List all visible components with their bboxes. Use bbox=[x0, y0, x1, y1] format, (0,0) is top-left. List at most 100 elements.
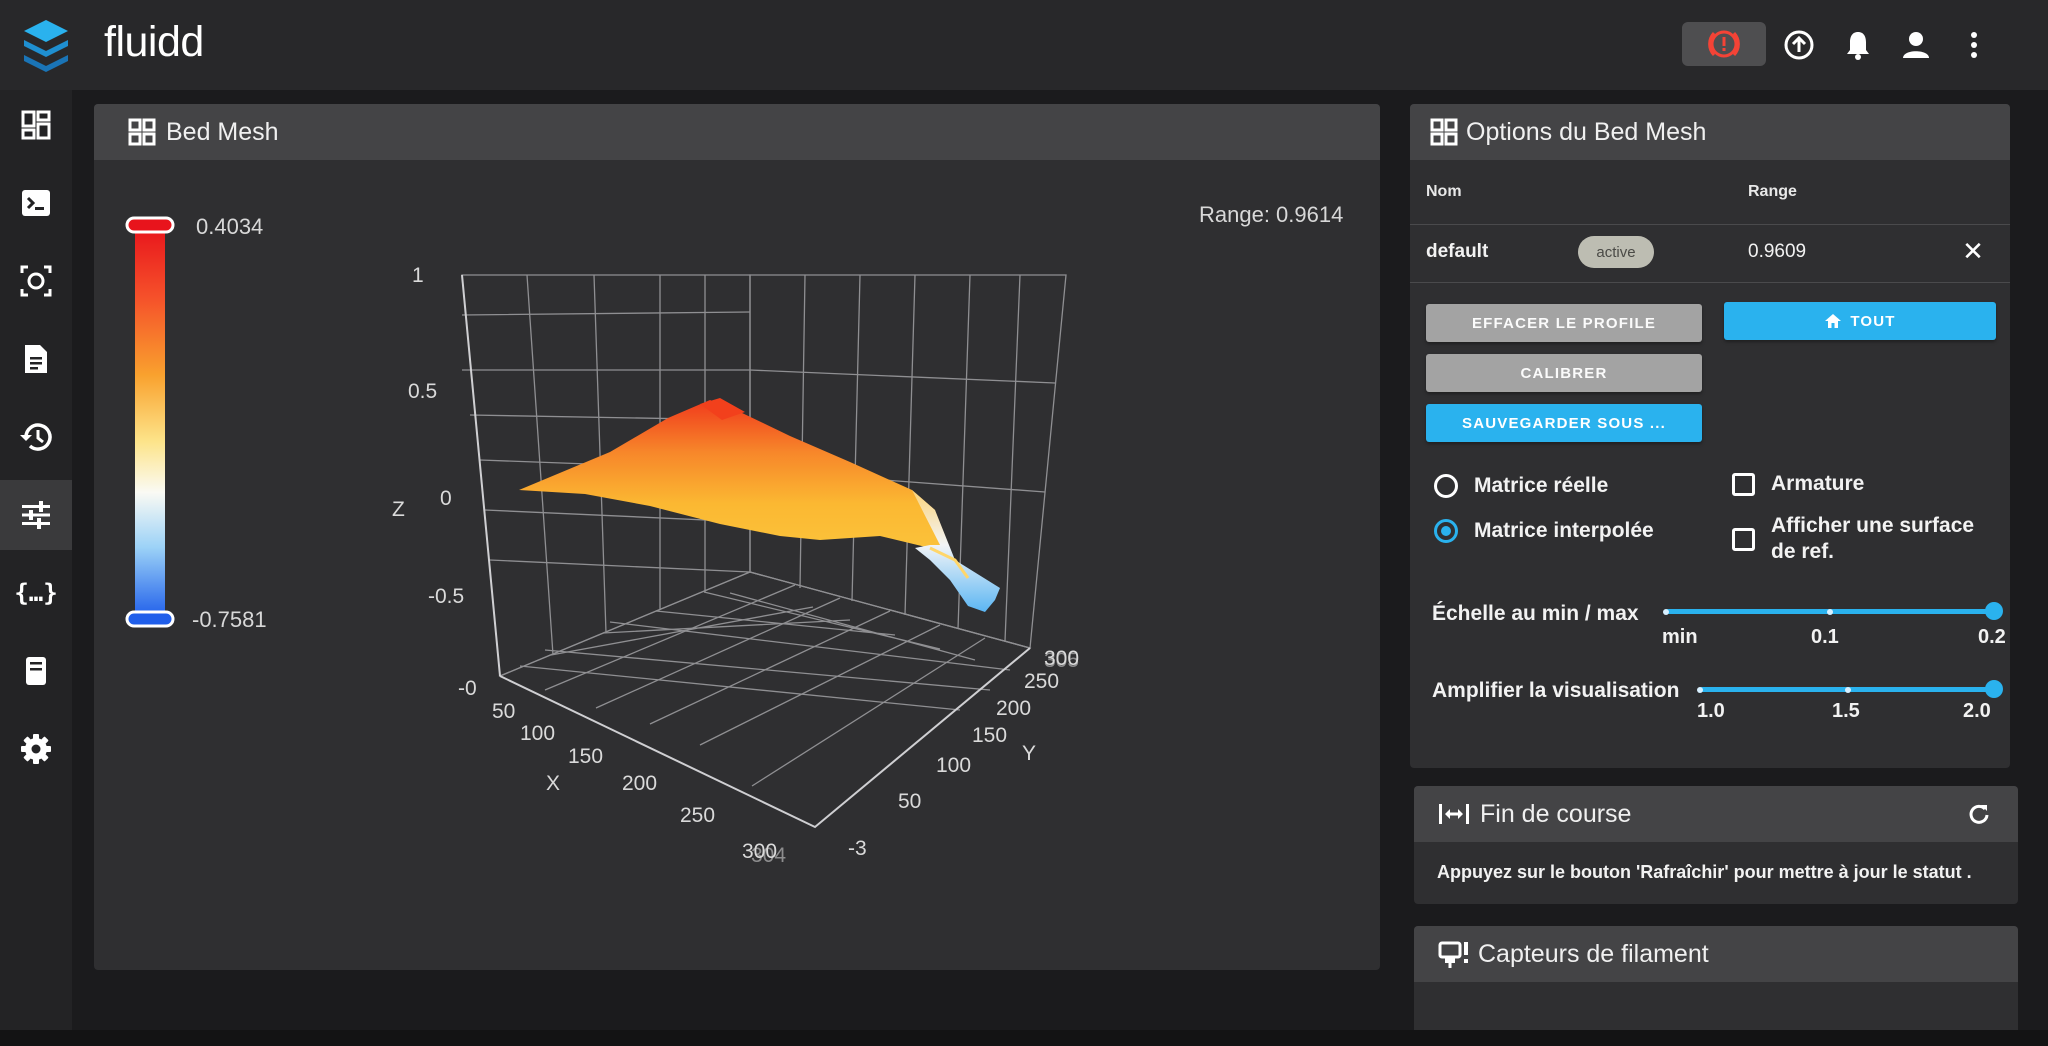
x-tick: 304 bbox=[751, 844, 786, 867]
mesh-surface bbox=[519, 400, 940, 548]
home-all-button[interactable]: TOUT bbox=[1724, 302, 1996, 340]
nav-files[interactable] bbox=[0, 324, 72, 394]
x-tick: 100 bbox=[520, 722, 555, 745]
save-as-button[interactable]: SAUVEGARDER SOUS ... bbox=[1426, 404, 1702, 442]
nav-history[interactable] bbox=[0, 402, 72, 472]
webcam-icon bbox=[20, 265, 52, 297]
nav-system[interactable] bbox=[0, 636, 72, 706]
mesh-surface-tail bbox=[912, 490, 1000, 612]
color-scale-min-handle bbox=[125, 610, 175, 628]
reference-surface-checkbox-label[interactable]: Afficher une surface de ref. bbox=[1771, 513, 1999, 565]
clear-profile-button[interactable]: EFFACER LE PROFILE bbox=[1426, 304, 1702, 342]
color-scale-bar bbox=[125, 216, 175, 628]
close-icon: ✕ bbox=[1962, 235, 1984, 266]
nav-dashboard[interactable] bbox=[0, 90, 72, 160]
panel-title: Options du Bed Mesh bbox=[1466, 117, 1707, 146]
table-divider bbox=[1410, 224, 2010, 225]
amplify-tick-label: 1.5 bbox=[1832, 700, 1860, 722]
emergency-stop-icon bbox=[1708, 30, 1740, 58]
dashboard-icon bbox=[21, 110, 51, 140]
file-icon bbox=[25, 345, 47, 373]
endstops-status-message: Appuyez sur le bouton 'Rafraîchir' pour … bbox=[1437, 862, 1972, 882]
table-divider bbox=[1410, 282, 2010, 283]
account-icon bbox=[1903, 32, 1929, 58]
amplify-slider-label: Amplifier la visualisation bbox=[1432, 679, 1680, 702]
x-tick: 250 bbox=[680, 804, 715, 827]
amplify-tick-label: 2.0 bbox=[1963, 700, 1991, 722]
z-tick: 1 bbox=[412, 264, 424, 287]
radio-interpolated-matrix-label[interactable]: Matrice interpolée bbox=[1474, 519, 1654, 543]
more-menu-button[interactable] bbox=[1957, 28, 1991, 62]
scale-slider-label: Échelle au min / max bbox=[1432, 602, 1639, 625]
amplify-slider-tick bbox=[1697, 687, 1703, 693]
scale-slider-tick bbox=[1827, 609, 1833, 615]
account-button[interactable] bbox=[1899, 28, 1933, 62]
panel-title: Fin de course bbox=[1480, 799, 1632, 828]
amplify-slider-thumb[interactable] bbox=[1985, 680, 2003, 698]
sd-card-icon bbox=[26, 657, 46, 685]
settings-icon bbox=[21, 734, 51, 764]
nav-config[interactable]: {…} bbox=[0, 558, 72, 628]
amplify-tick-label: 1.0 bbox=[1697, 700, 1725, 722]
tune-icon bbox=[22, 501, 50, 529]
calibrate-button[interactable]: CALIBRER bbox=[1426, 354, 1702, 392]
home-all-label: TOUT bbox=[1850, 312, 1896, 330]
emergency-stop-button[interactable] bbox=[1682, 22, 1766, 66]
column-header-range[interactable]: Range bbox=[1748, 183, 1797, 201]
x-tick: 150 bbox=[568, 745, 603, 768]
filament-sensor-icon bbox=[1438, 941, 1468, 968]
panel-title: Capteurs de filament bbox=[1478, 939, 1709, 968]
nav-tune[interactable] bbox=[0, 480, 72, 550]
y-tick: 50 bbox=[898, 790, 921, 813]
color-scale-max-label: 0.4034 bbox=[196, 214, 264, 239]
amplify-slider-tick bbox=[1845, 687, 1851, 693]
home-icon bbox=[1825, 314, 1842, 328]
upload-icon bbox=[1784, 30, 1814, 60]
column-header-name[interactable]: Nom bbox=[1426, 183, 1462, 201]
panel-title: Bed Mesh bbox=[166, 117, 279, 146]
scale-tick-label: 0.1 bbox=[1811, 626, 1839, 648]
console-icon bbox=[22, 190, 50, 216]
scale-tick-label: min bbox=[1662, 626, 1698, 648]
profile-range: 0.9609 bbox=[1748, 241, 1807, 262]
x-axis-label: X bbox=[546, 772, 560, 795]
mesh-range-label: Range: 0.9614 bbox=[1199, 202, 1344, 227]
scale-slider-thumb[interactable] bbox=[1985, 602, 2003, 620]
z-tick: 0 bbox=[440, 487, 452, 510]
z-tick: -0.5 bbox=[428, 585, 464, 608]
nav-console[interactable] bbox=[0, 168, 72, 238]
reference-surface-checkbox[interactable] bbox=[1732, 528, 1755, 551]
layers-icon[interactable] bbox=[22, 18, 70, 72]
endstops-panel: Fin de course bbox=[1414, 786, 2018, 904]
bell-icon bbox=[1847, 32, 1869, 60]
wireframe-checkbox[interactable] bbox=[1732, 473, 1755, 496]
endstops-header: Fin de course bbox=[1414, 786, 2018, 842]
y-tick: 100 bbox=[936, 754, 971, 777]
app-bar: fluidd bbox=[0, 0, 2048, 90]
radio-real-matrix-label[interactable]: Matrice réelle bbox=[1474, 474, 1608, 498]
x-tick: 50 bbox=[492, 700, 515, 723]
filament-sensors-header: Capteurs de filament bbox=[1414, 926, 2018, 982]
profile-name[interactable]: default bbox=[1426, 241, 1488, 263]
color-scale-min-label: -0.7581 bbox=[192, 607, 267, 632]
notifications-button[interactable] bbox=[1841, 28, 1875, 62]
wireframe-checkbox-label[interactable]: Armature bbox=[1771, 472, 1864, 496]
screen-bezel bbox=[0, 1030, 2048, 1046]
y-tick: 200 bbox=[996, 697, 1031, 720]
bed-mesh-header: Bed Mesh bbox=[94, 104, 1380, 160]
y-tick: 305 bbox=[1044, 649, 1079, 672]
upload-button[interactable] bbox=[1782, 28, 1816, 62]
y-axis-label: Y bbox=[1022, 742, 1036, 765]
remove-profile-button[interactable]: ✕ bbox=[1960, 236, 1986, 266]
code-braces-icon: {…} bbox=[14, 579, 58, 607]
grid-icon bbox=[1430, 118, 1458, 146]
refresh-icon[interactable] bbox=[1968, 803, 1990, 825]
color-scale-max-handle bbox=[125, 216, 175, 234]
nav-settings[interactable] bbox=[0, 714, 72, 784]
bed-mesh-3d-plot[interactable]: 1 0.5 0 -0.5 Z -0 50 100 150 200 250 300… bbox=[380, 250, 1170, 870]
scale-tick-label: 0.2 bbox=[1978, 626, 2006, 648]
radio-real-matrix[interactable] bbox=[1434, 474, 1458, 498]
radio-interpolated-matrix[interactable] bbox=[1434, 519, 1458, 543]
y-tick: 250 bbox=[1024, 670, 1059, 693]
nav-webcam[interactable] bbox=[0, 246, 72, 316]
